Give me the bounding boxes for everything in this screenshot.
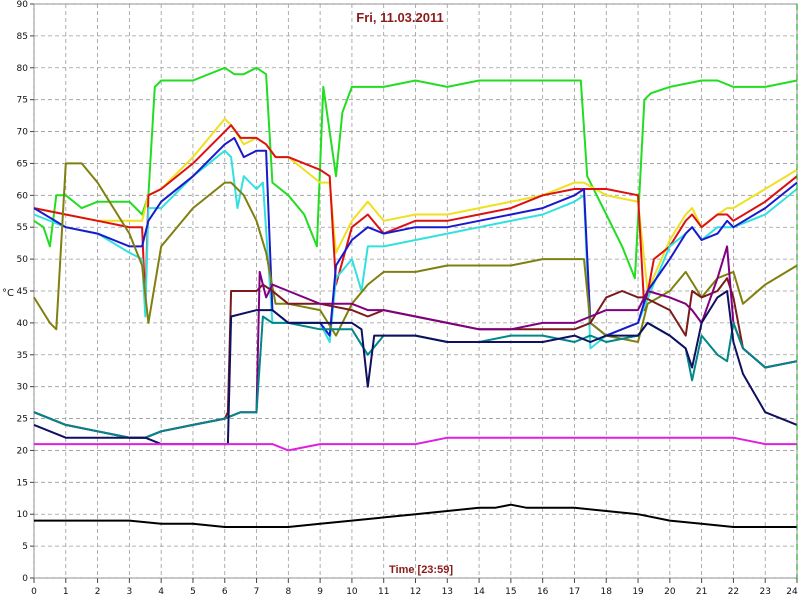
x-tick-label-7: 7 bbox=[254, 587, 260, 597]
x-tick-label-22: 22 bbox=[728, 587, 739, 597]
y-tick-label-0: 0 bbox=[22, 574, 28, 584]
x-tick-label-12: 12 bbox=[410, 587, 421, 597]
x-tick-label-19: 19 bbox=[632, 587, 644, 597]
x-tick-label-21: 21 bbox=[696, 587, 707, 597]
x-tick-label-20: 20 bbox=[664, 587, 676, 597]
x-tick-label-4: 4 bbox=[158, 587, 164, 597]
y-tick-label-14: 70 bbox=[17, 128, 29, 138]
x-tick-label-23: 23 bbox=[759, 587, 770, 597]
y-tick-label-3: 15 bbox=[17, 478, 28, 488]
temperature-chart: 051015202530354045505560657075808590 012… bbox=[0, 0, 800, 600]
y-tick-label-2: 10 bbox=[17, 510, 29, 520]
x-tick-label-18: 18 bbox=[601, 587, 613, 597]
y-tick-label-6: 30 bbox=[17, 383, 29, 393]
y-tick-label-10: 50 bbox=[17, 255, 29, 265]
x-tick-label-9: 9 bbox=[317, 587, 323, 597]
y-tick-label-9: 45 bbox=[17, 287, 28, 297]
x-tick-label-6: 6 bbox=[222, 587, 228, 597]
x-tick-label-24: 24 bbox=[786, 587, 798, 597]
x-tick-label-5: 5 bbox=[190, 587, 196, 597]
y-tick-label-1: 5 bbox=[22, 542, 28, 552]
y-tick-label-13: 65 bbox=[17, 159, 28, 169]
y-tick-label-5: 25 bbox=[17, 415, 28, 425]
x-tick-label-14: 14 bbox=[473, 587, 485, 597]
chart-title: Fri, 11.03.2011 bbox=[356, 10, 443, 25]
x-tick-label-17: 17 bbox=[569, 587, 580, 597]
x-tick-label-10: 10 bbox=[346, 587, 358, 597]
x-tick-label-8: 8 bbox=[285, 587, 291, 597]
y-axis-label: °C bbox=[2, 288, 14, 299]
y-tick-label-15: 75 bbox=[17, 96, 28, 106]
chart-background bbox=[0, 0, 800, 600]
x-tick-label-13: 13 bbox=[442, 587, 453, 597]
x-axis-label: Time [23:59] bbox=[389, 564, 453, 576]
x-tick-label-15: 15 bbox=[505, 587, 516, 597]
y-tick-label-12: 60 bbox=[17, 191, 29, 201]
x-tick-label-2: 2 bbox=[95, 587, 101, 597]
x-tick-label-3: 3 bbox=[127, 587, 133, 597]
y-tick-label-18: 90 bbox=[17, 0, 29, 10]
y-tick-label-17: 85 bbox=[17, 32, 28, 42]
x-tick-label-16: 16 bbox=[537, 587, 549, 597]
y-tick-label-4: 20 bbox=[17, 446, 29, 456]
x-tick-label-0: 0 bbox=[31, 587, 37, 597]
y-tick-label-7: 35 bbox=[17, 351, 28, 361]
y-tick-label-8: 40 bbox=[17, 319, 29, 329]
y-tick-label-16: 80 bbox=[17, 64, 29, 74]
x-tick-label-1: 1 bbox=[63, 587, 69, 597]
y-tick-label-11: 55 bbox=[17, 223, 28, 233]
x-tick-label-11: 11 bbox=[378, 587, 389, 597]
